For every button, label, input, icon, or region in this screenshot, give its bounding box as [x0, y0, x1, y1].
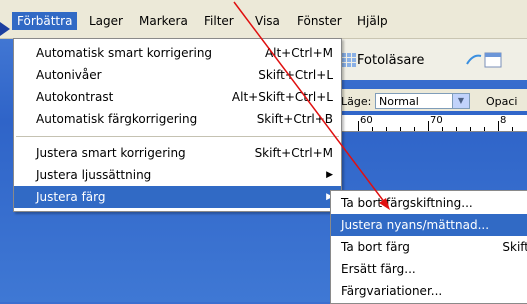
menu-layer[interactable]: Lager [84, 12, 128, 30]
menu-item-label: Justera färg [36, 190, 106, 204]
menu-item-label: Autonivåer [36, 68, 102, 82]
menu-item-shortcut: Skift+Ctrl+L [258, 68, 333, 82]
ruler-tick [428, 121, 429, 131]
menu-item-auto-contrast[interactable]: Autokontrast Alt+Skift+Ctrl+L [14, 86, 341, 108]
menu-item-label: Automatisk färgkorrigering [36, 112, 198, 126]
ruler-tick [400, 127, 401, 131]
menu-item-shortcut: Skift+Ctrl+B [256, 112, 333, 126]
menu-bar: Förbättra Lager Markera Filter Visa Föns… [0, 0, 527, 39]
menu-item-adjust-lighting[interactable]: Justera ljussättning ▶ [14, 164, 341, 186]
mode-label: Läge: [341, 95, 372, 108]
menu-select[interactable]: Markera [134, 12, 193, 30]
menu-item-adjust-color[interactable]: Justera färg ▶ [14, 186, 341, 208]
menu-item-label: Justera smart korrigering [36, 146, 186, 160]
menu-window[interactable]: Fönster [292, 12, 347, 30]
menu-item-color-variations[interactable]: Färgvariationer... [331, 280, 527, 302]
ruler-tick [470, 127, 471, 131]
menu-item-shortcut: Skift+Ctrl+M [254, 146, 333, 160]
enhance-menu: Automatisk smart korrigering Alt+Ctrl+M … [13, 38, 342, 212]
ruler-tick [372, 127, 373, 131]
menu-item-shortcut: Alt+Skift+Ctrl+L [231, 90, 333, 104]
ruler-tick [442, 127, 443, 131]
ruler-tick [498, 121, 499, 131]
menu-filter[interactable]: Filter [199, 12, 239, 30]
ruler-label: 8 [500, 115, 507, 126]
menu-item-auto-smart-fix[interactable]: Automatisk smart korrigering Alt+Ctrl+M [14, 42, 341, 64]
ruler-tick [512, 127, 513, 131]
menu-item-label: Justera ljussättning [36, 168, 152, 182]
menu-item-remove-color-cast[interactable]: Ta bort färgskiftning... [331, 192, 527, 214]
adjust-color-submenu: Ta bort färgskiftning... Justera nyans/m… [330, 190, 527, 304]
menu-item-label: Autokontrast [36, 90, 114, 104]
menu-item-replace-color[interactable]: Ersätt färg... [331, 258, 527, 280]
mode-select[interactable]: Normal ▼ [375, 93, 470, 109]
menu-enhance[interactable]: Förbättra [12, 12, 78, 30]
ruler: 60 70 8 [340, 115, 527, 132]
ruler-tick [358, 121, 359, 131]
menu-item-label: Automatisk smart korrigering [36, 46, 213, 60]
mode-select-value: Normal [379, 95, 419, 108]
menu-item-label: Ta bort färg [341, 240, 410, 254]
menu-view[interactable]: Visa [250, 12, 285, 30]
opacity-label: Opaci [486, 95, 518, 108]
ruler-tick [456, 127, 457, 131]
ruler-label: 70 [430, 115, 443, 126]
menu-item-adjust-hue-saturation[interactable]: Justera nyans/mättnad... [331, 214, 527, 236]
ruler-tick [386, 127, 387, 131]
menu-separator [16, 136, 339, 137]
menu-item-remove-color[interactable]: Ta bort färg Skift [331, 236, 527, 258]
menu-item-adjust-smart-fix[interactable]: Justera smart korrigering Skift+Ctrl+M [14, 142, 341, 164]
photo-browser-icon[interactable] [342, 53, 356, 67]
menu-item-shortcut: Skift [502, 240, 527, 254]
menu-item-label: Ta bort färgskiftning... [341, 196, 473, 210]
ruler-tick [414, 127, 415, 131]
submenu-arrow-icon: ▶ [326, 170, 333, 180]
window-icon[interactable] [465, 50, 505, 70]
menu-help[interactable]: Hjälp [352, 12, 393, 30]
menu-item-auto-color-correction[interactable]: Automatisk färgkorrigering Skift+Ctrl+B [14, 108, 341, 130]
photo-browser-button[interactable]: Fotoläsare [357, 53, 424, 68]
menu-item-shortcut: Alt+Ctrl+M [264, 46, 333, 60]
menu-item-label: Justera nyans/mättnad... [341, 218, 490, 232]
ruler-tick [484, 127, 485, 131]
pointer-arrow-icon [0, 22, 10, 36]
menu-item-label: Färgvariationer... [341, 284, 443, 298]
menu-item-auto-levels[interactable]: Autonivåer Skift+Ctrl+L [14, 64, 341, 86]
ruler-label: 60 [360, 115, 373, 126]
chevron-down-icon[interactable]: ▼ [452, 94, 469, 108]
menu-item-label: Ersätt färg... [341, 262, 416, 276]
